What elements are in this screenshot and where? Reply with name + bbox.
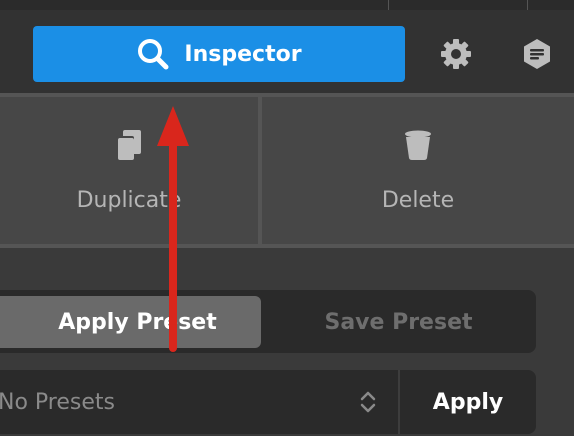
inspector-button[interactable]: Inspector: [33, 26, 405, 82]
duplicate-button[interactable]: Duplicate: [0, 97, 258, 244]
duplicate-label: Duplicate: [76, 188, 182, 213]
preset-apply-row: No Presets Apply: [0, 370, 536, 434]
preset-tabs: Apply Preset Save Preset: [0, 290, 536, 353]
inspector-label: Inspector: [184, 41, 302, 67]
tab-apply-preset[interactable]: Apply Preset: [0, 296, 261, 348]
hexagon-menu-icon[interactable]: [520, 37, 554, 71]
delete-label: Delete: [381, 188, 455, 213]
delete-button[interactable]: Delete: [262, 97, 574, 244]
chevron-updown-icon: [358, 389, 378, 421]
trash-icon: [402, 128, 434, 168]
top-toolbar: Inspector: [0, 0, 574, 93]
top-edge-divider: [388, 0, 389, 10]
preset-select[interactable]: No Presets: [0, 370, 400, 434]
divider: [0, 244, 574, 248]
top-edge-strip: [0, 0, 574, 10]
duplicate-icon: [113, 128, 145, 168]
top-edge-divider: [527, 0, 528, 10]
apply-button[interactable]: Apply: [400, 370, 536, 434]
search-icon: [136, 37, 170, 71]
tab-save-preset[interactable]: Save Preset: [261, 296, 536, 348]
divider: [258, 97, 262, 244]
preset-select-value: No Presets: [0, 389, 115, 415]
action-panel: Duplicate Delete: [0, 97, 574, 244]
gear-icon[interactable]: [439, 37, 473, 71]
